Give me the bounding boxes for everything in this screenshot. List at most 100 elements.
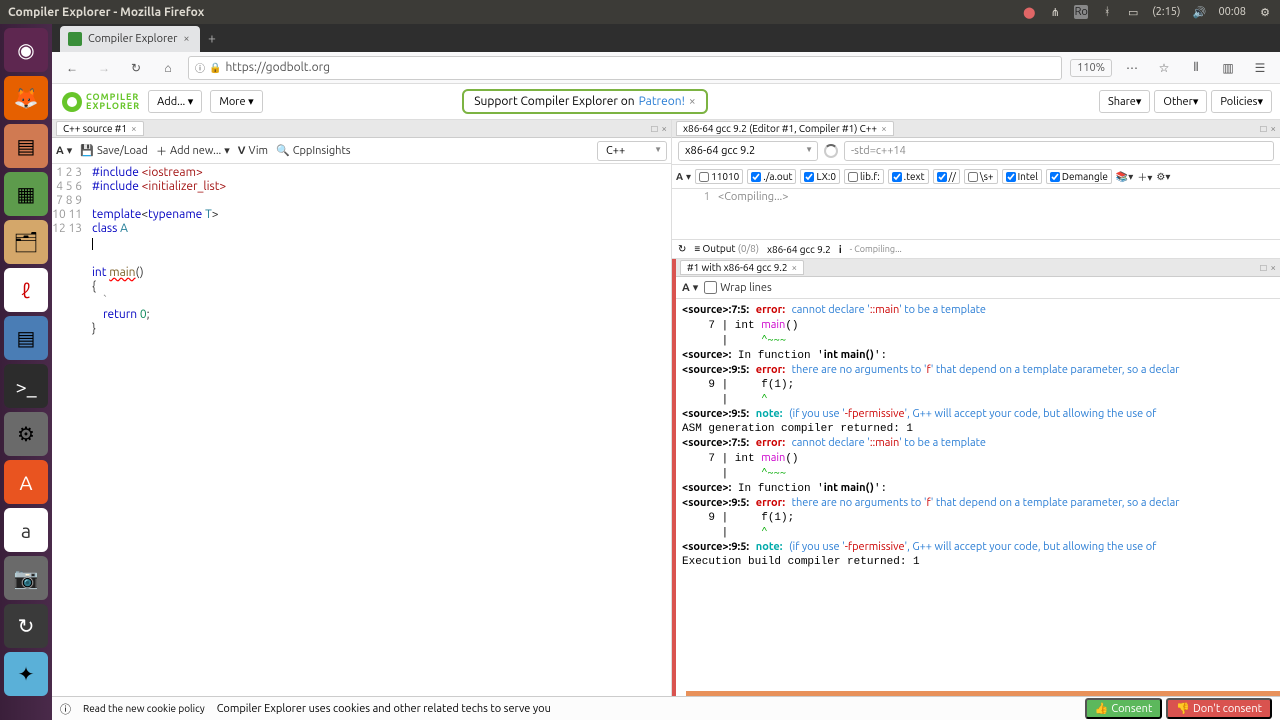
settings-button[interactable]: ⚙▾	[1156, 171, 1170, 183]
cookie-policy-link[interactable]: Read the new cookie policy	[83, 703, 205, 714]
font-button[interactable]: A▾	[682, 281, 698, 294]
policies-button[interactable]: Policies▾	[1211, 90, 1272, 113]
terminal-icon[interactable]: >_	[4, 364, 48, 408]
chk-libf[interactable]: lib.f:	[844, 169, 884, 184]
add-button[interactable]: Add... ▾	[148, 90, 202, 113]
other-button[interactable]: Other▾	[1154, 90, 1207, 113]
diag-toolbar: A▾ Wrap lines	[676, 277, 1280, 299]
reload-button[interactable]: ↻	[124, 56, 148, 80]
record-icon[interactable]: ⬤	[1022, 5, 1036, 19]
diag-output[interactable]: <source>:7:5: error: cannot declare '::m…	[676, 299, 1280, 720]
info-icon[interactable]: ⓘ	[195, 60, 205, 75]
cookie-info-icon: ⓘ	[60, 701, 71, 717]
pane-max-icon[interactable]: □	[1260, 262, 1266, 274]
pane-close-icon[interactable]: ×	[1270, 123, 1276, 135]
forward-button[interactable]: →	[92, 56, 116, 80]
font-button[interactable]: A▾	[56, 144, 72, 157]
chk-slash[interactable]: //	[933, 169, 960, 184]
more-button[interactable]: More ▾	[210, 90, 262, 113]
editor-tab[interactable]: C++ source #1 ×	[56, 121, 144, 136]
saveload-button[interactable]: 💾Save/Load	[80, 144, 148, 157]
asm-output[interactable]: 1 <Compiling...>	[672, 189, 1280, 239]
amazon-icon[interactable]: a	[4, 508, 48, 552]
pane-max-icon[interactable]: □	[651, 123, 657, 135]
dont-consent-button[interactable]: 👎Don't consent	[1166, 698, 1272, 719]
addnew-button[interactable]: ＋Add new...▾	[156, 143, 230, 159]
chk-text[interactable]: .text	[888, 169, 929, 184]
editor-tab-close-icon[interactable]: ×	[131, 123, 137, 134]
compiler-tab[interactable]: x86-64 gcc 9.2 (Editor #1, Compiler #1) …	[676, 121, 894, 136]
chk-aout[interactable]: ./a.out	[747, 169, 796, 184]
writer-icon[interactable]: ▤	[4, 316, 48, 360]
compiler-tab-close-icon[interactable]: ×	[881, 123, 887, 134]
compiler-options-input[interactable]	[844, 141, 1274, 161]
share-button[interactable]: Share▾	[1099, 90, 1150, 113]
output-toggle[interactable]: ≡ Output (0/8)	[694, 243, 759, 255]
shutdown-icon[interactable]: ⚙	[1258, 5, 1272, 19]
patreon-banner: Support Compiler Explorer on Patreon! ×	[462, 89, 707, 114]
code-editor[interactable]: 1 2 3 4 5 6 7 8 9 10 11 12 13 #include <…	[52, 164, 671, 720]
library-icon[interactable]: ⫴	[1184, 56, 1208, 80]
wifi-icon[interactable]: ⋔	[1048, 5, 1062, 19]
browser-tab[interactable]: Compiler Explorer ×	[60, 26, 200, 52]
settings-icon[interactable]: ⚙	[4, 412, 48, 456]
chk-11010[interactable]: 11010	[695, 169, 743, 184]
back-button[interactable]: ←	[60, 56, 84, 80]
firefox-icon[interactable]: 🦊	[4, 76, 48, 120]
chk-demangle[interactable]: Demangle	[1046, 169, 1112, 184]
compiler-select[interactable]: x86-64 gcc 9.2	[678, 141, 818, 161]
language-select[interactable]: C++	[597, 141, 667, 161]
calc-icon[interactable]: ▦	[4, 172, 48, 216]
chk-intel[interactable]: Intel	[1002, 169, 1042, 184]
battery-icon[interactable]: ▭	[1126, 5, 1140, 19]
code-body[interactable]: #include <iostream> #include <initialize…	[92, 164, 671, 720]
add-pane-button[interactable]: ＋▾	[1137, 169, 1152, 184]
more-actions-icon[interactable]: ⋯	[1120, 56, 1144, 80]
app-icon[interactable]: ✦	[4, 652, 48, 696]
impress-icon[interactable]: ▤	[4, 124, 48, 168]
bluetooth-icon[interactable]: ᚼ	[1100, 5, 1114, 19]
compiling-label: - Compiling...	[850, 244, 902, 254]
diag-tab[interactable]: #1 with x86-64 gcc 9.2 ×	[680, 260, 804, 275]
chk-whitespace[interactable]: \s+	[964, 169, 998, 184]
patreon-close-icon[interactable]: ×	[689, 95, 696, 108]
vim-button[interactable]: V Vim	[238, 145, 268, 157]
keyboard-layout[interactable]: Ro	[1074, 5, 1088, 19]
libraries-button[interactable]: 📚▾	[1116, 171, 1133, 183]
info-icon[interactable]: i	[839, 244, 842, 255]
url-input[interactable]: ⓘ 🔒 https://godbolt.org	[188, 56, 1062, 80]
desktop-top-bar: Compiler Explorer - Mozilla Firefox ⬤ ⋔ …	[0, 0, 1280, 24]
browser-toolbar: ← → ↻ ⌂ ⓘ 🔒 https://godbolt.org 110% ⋯ ☆…	[52, 52, 1280, 84]
patreon-link[interactable]: Patreon!	[639, 95, 685, 108]
zoom-indicator[interactable]: 110%	[1070, 59, 1112, 77]
screenshot-icon[interactable]: 📷	[4, 556, 48, 600]
browser-tab-bar: Compiler Explorer × +	[52, 24, 1280, 52]
panes: C++ source #1 × □ × A▾ 💾Save/Load ＋Add n…	[52, 120, 1280, 720]
spinner-icon	[824, 144, 838, 158]
pane-close-icon[interactable]: ×	[661, 123, 667, 135]
ce-logo[interactable]: COMPILER EXPLORER	[60, 90, 140, 114]
reload-icon[interactable]: ↻	[678, 243, 686, 255]
diag-tab-close-icon[interactable]: ×	[791, 262, 797, 273]
consent-button[interactable]: 👍Consent	[1085, 698, 1163, 719]
dash-icon[interactable]: ◉	[4, 28, 48, 72]
home-button[interactable]: ⌂	[156, 56, 180, 80]
font-button[interactable]: A▾	[676, 171, 691, 183]
software-icon[interactable]: A	[4, 460, 48, 504]
pane-max-icon[interactable]: □	[1260, 123, 1266, 135]
pane-close-icon[interactable]: ×	[1270, 262, 1276, 274]
new-tab-button[interactable]: +	[208, 30, 216, 46]
chk-lx0[interactable]: LX:0	[800, 169, 840, 184]
tab-close-icon[interactable]: ×	[183, 33, 189, 45]
menu-icon[interactable]: ☰	[1248, 56, 1272, 80]
updater-icon[interactable]: ↻	[4, 604, 48, 648]
output-compiler: x86-64 gcc 9.2	[767, 244, 831, 255]
bookmark-icon[interactable]: ☆	[1152, 56, 1176, 80]
volume-icon[interactable]: 🔊	[1192, 5, 1206, 19]
asm-text: <Compiling...>	[718, 191, 788, 237]
reader-icon[interactable]: ℓ	[4, 268, 48, 312]
sidebar-icon[interactable]: ▥	[1216, 56, 1240, 80]
cppinsights-button[interactable]: 🔍CppInsights	[276, 144, 351, 157]
files-icon[interactable]: 🗂	[4, 220, 48, 264]
wrap-checkbox[interactable]: Wrap lines	[704, 281, 772, 294]
